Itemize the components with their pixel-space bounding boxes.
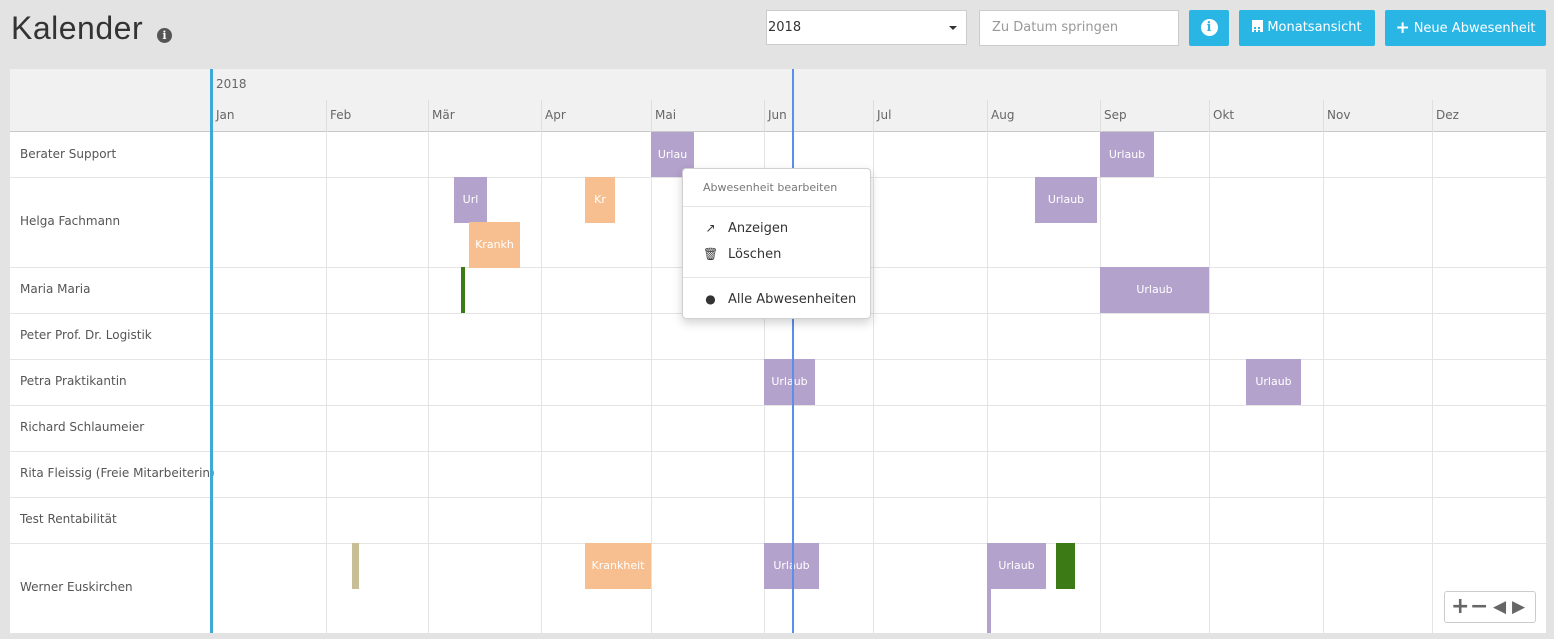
month-divider — [1100, 100, 1101, 132]
row-label[interactable]: Helga Fachmann — [20, 214, 120, 228]
absence-bar[interactable]: Krankheit — [585, 543, 651, 589]
month-label: Mai — [655, 108, 677, 122]
page-title: Kalender — [11, 10, 144, 46]
timeline-header: 2018 Jan Feb Mär Apr Mai Jun Jul Aug Sep Okt Nov De… — [10, 69, 1546, 132]
new-absence-button[interactable]: + Neue Abwesenheit — [1385, 10, 1546, 46]
calendar-icon — [1252, 20, 1264, 32]
month-view-label: Monatsansicht — [1267, 20, 1362, 35]
month-gridline — [651, 132, 652, 633]
absence-bar[interactable]: Urlaub — [1035, 177, 1097, 223]
row-divider — [10, 497, 1546, 498]
menu-divider — [683, 206, 870, 207]
month-gridline — [1323, 132, 1324, 633]
menu-item-delete-label: Löschen — [728, 247, 782, 262]
month-label: Feb — [330, 108, 352, 122]
info-icon[interactable]: i — [157, 28, 172, 43]
info-button[interactable]: i — [1189, 10, 1229, 46]
row-divider — [10, 451, 1546, 452]
user-icon: ● — [705, 292, 716, 306]
absence-bar[interactable]: Urlaub — [1100, 132, 1154, 177]
menu-item-show[interactable]: ↗ Anzeigen — [703, 221, 863, 236]
row-label[interactable]: Peter Prof. Dr. Logistik — [20, 328, 152, 342]
absence-bar[interactable]: Krankh — [469, 222, 520, 268]
absence-bar[interactable]: Urlaub — [987, 543, 1046, 589]
month-gridline — [873, 132, 874, 633]
absence-marker[interactable] — [987, 589, 991, 633]
absence-marker[interactable] — [352, 543, 359, 589]
year-select-value: 2018 — [768, 20, 802, 35]
external-link-icon: ↗ — [705, 221, 716, 235]
month-divider — [428, 100, 429, 132]
timeline-start-marker — [210, 69, 213, 633]
context-menu-header: Abwesenheit bearbeiten — [703, 181, 838, 194]
row-label[interactable]: Werner Euskirchen — [20, 580, 133, 594]
zoom-controls: + − ◀ ▶ — [1444, 591, 1536, 623]
month-divider — [1209, 100, 1210, 132]
trash-icon: 🗑 — [703, 247, 719, 261]
plus-icon: + — [1395, 18, 1410, 38]
month-gridline — [428, 132, 429, 633]
chevron-down-icon — [949, 26, 957, 30]
row-divider — [10, 405, 1546, 406]
month-divider — [541, 100, 542, 132]
jump-to-date-input[interactable]: Zu Datum springen — [979, 10, 1179, 46]
menu-divider — [683, 277, 870, 278]
month-view-button[interactable]: Monatsansicht — [1239, 10, 1375, 46]
row-label[interactable]: Maria Maria — [20, 282, 90, 296]
month-gridline — [1432, 132, 1433, 633]
month-divider — [873, 100, 874, 132]
month-label: Okt — [1213, 108, 1235, 122]
absence-marker[interactable] — [1056, 543, 1075, 589]
menu-item-show-label: Anzeigen — [728, 221, 789, 236]
absence-bar[interactable]: Urlaub — [1246, 359, 1301, 405]
menu-item-delete[interactable]: 🗑 Löschen — [703, 247, 863, 262]
month-divider — [1432, 100, 1433, 132]
zoom-out-icon[interactable]: − — [1470, 594, 1488, 620]
month-label: Aug — [991, 108, 1015, 122]
row-label[interactable]: Berater Support — [20, 147, 116, 161]
month-gridline — [1209, 132, 1210, 633]
month-divider — [1323, 100, 1324, 132]
absence-bar[interactable]: Urlaub — [1100, 267, 1209, 313]
scroll-left-icon[interactable]: ◀ — [1493, 594, 1506, 620]
month-divider — [651, 100, 652, 132]
month-label: Sep — [1104, 108, 1127, 122]
row-label[interactable]: Rita Fleissig (Freie Mitarbeiterin) — [20, 466, 215, 480]
absence-marker[interactable] — [461, 267, 465, 313]
month-label: Dez — [1436, 108, 1459, 122]
absence-bar[interactable]: Url — [454, 177, 487, 223]
today-marker — [792, 69, 794, 633]
month-gridline — [326, 132, 327, 633]
month-divider — [764, 100, 765, 132]
month-gridline — [541, 132, 542, 633]
timeline-calendar[interactable]: 2018 Jan Feb Mär Apr Mai Jun Jul Aug Sep Okt Nov De… — [10, 69, 1546, 633]
absence-context-menu: Abwesenheit bearbeiten ↗ Anzeigen 🗑 Lösche… — [682, 168, 871, 319]
month-label: Mär — [432, 108, 455, 122]
page-header: Kalender i 2018 Zu Datum springen i Mona… — [0, 0, 1554, 68]
month-label: Apr — [545, 108, 566, 122]
row-label[interactable]: Test Rentabilität — [20, 512, 117, 526]
month-label: Nov — [1327, 108, 1351, 122]
menu-item-all-absences[interactable]: ● Alle Abwesenheiten — [703, 292, 863, 307]
row-label[interactable]: Petra Praktikantin — [20, 374, 127, 388]
timeline-year: 2018 — [216, 77, 247, 91]
new-absence-label: Neue Abwesenheit — [1413, 21, 1536, 36]
row-label[interactable]: Richard Schlaumeier — [20, 420, 144, 434]
month-divider — [987, 100, 988, 132]
zoom-in-icon[interactable]: + — [1451, 594, 1469, 620]
month-divider — [326, 100, 327, 132]
month-label: Jun — [768, 108, 787, 122]
absence-bar[interactable]: Kr — [585, 177, 615, 223]
scroll-right-icon[interactable]: ▶ — [1512, 594, 1525, 620]
info-icon: i — [1200, 19, 1218, 36]
month-label: Jul — [877, 108, 892, 122]
month-label: Jan — [216, 108, 235, 122]
absence-bar[interactable]: Urlaub — [764, 359, 815, 405]
menu-item-all-absences-label: Alle Abwesenheiten — [728, 292, 857, 307]
year-select[interactable]: 2018 — [766, 10, 967, 45]
month-gridline — [1100, 132, 1101, 633]
